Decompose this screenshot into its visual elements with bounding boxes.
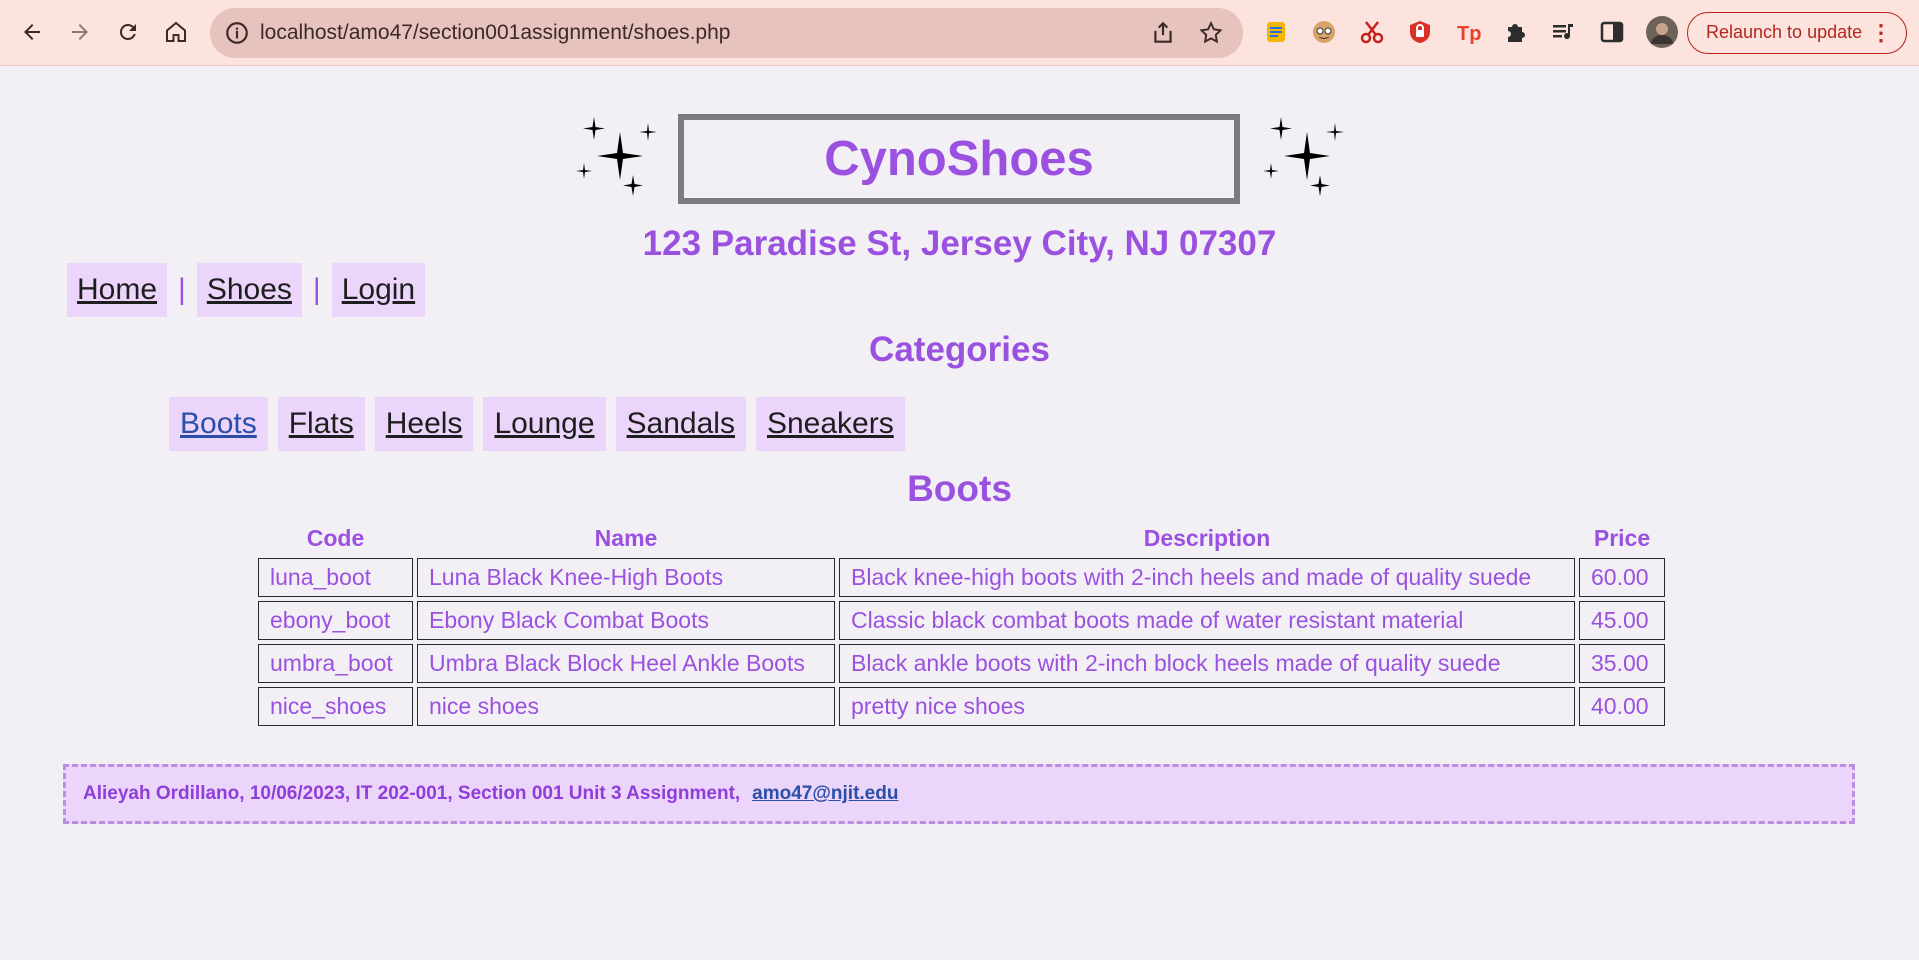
table-row: umbra_boot Umbra Black Block Heel Ankle … bbox=[258, 644, 1665, 683]
reload-icon bbox=[119, 23, 136, 40]
cell-code: luna_boot bbox=[258, 558, 413, 597]
svg-text:Tp: Tp bbox=[1457, 23, 1481, 45]
browser-toolbar: localhost/amo47/section001assignment/sho… bbox=[0, 0, 1919, 66]
back-arrow-icon bbox=[24, 24, 40, 40]
category-nav: Boots Flats Heels Lounge Sandals Sneaker… bbox=[169, 397, 905, 451]
cell-price: 40.00 bbox=[1579, 687, 1665, 726]
home-icon bbox=[166, 21, 186, 42]
forward-button[interactable] bbox=[62, 14, 98, 50]
section-heading: Boots bbox=[907, 468, 1012, 509]
cell-description: pretty nice shoes bbox=[839, 687, 1575, 726]
table-header-row: Code Name Description Price bbox=[258, 522, 1665, 554]
extension-face-icon[interactable] bbox=[1310, 18, 1338, 46]
forward-arrow-icon bbox=[72, 24, 88, 40]
column-header-name: Name bbox=[594, 524, 658, 551]
page-footer: Alieyah Ordillano, 10/06/2023, IT 202-00… bbox=[63, 764, 1855, 824]
cell-code: nice_shoes bbox=[258, 687, 413, 726]
table-row: nice_shoes nice shoes pretty nice shoes … bbox=[258, 687, 1665, 726]
cell-name: Umbra Black Block Heel Ankle Boots bbox=[417, 644, 835, 683]
nav-separator: | bbox=[312, 273, 321, 306]
table-row: luna_boot Luna Black Knee-High Boots Bla… bbox=[258, 558, 1665, 597]
column-header-code: Code bbox=[306, 524, 365, 551]
extension-scissors-icon[interactable] bbox=[1358, 18, 1386, 46]
cell-name: nice shoes bbox=[417, 687, 835, 726]
categories-heading: Categories bbox=[869, 330, 1050, 369]
side-panel-icon[interactable] bbox=[1598, 18, 1626, 46]
cell-description: Black ankle boots with 2-inch block heel… bbox=[839, 644, 1575, 683]
cell-code: ebony_boot bbox=[258, 601, 413, 640]
category-sandals-link[interactable]: Sandals bbox=[615, 397, 746, 451]
cell-name: Ebony Black Combat Boots bbox=[417, 601, 835, 640]
column-header-price: Price bbox=[1593, 524, 1651, 551]
extension-notes-icon[interactable] bbox=[1262, 18, 1290, 46]
category-boots-link[interactable]: Boots bbox=[169, 397, 268, 451]
column-header-description: Description bbox=[1143, 524, 1271, 551]
cell-name: Luna Black Knee-High Boots bbox=[417, 558, 835, 597]
extensions-puzzle-icon[interactable] bbox=[1502, 18, 1530, 46]
url-text[interactable]: localhost/amo47/section001assignment/sho… bbox=[260, 8, 730, 58]
category-heels-link[interactable]: Heels bbox=[374, 397, 474, 451]
site-title-box: CynoShoes bbox=[678, 114, 1240, 204]
back-button[interactable] bbox=[14, 14, 50, 50]
cell-description: Classic black combat boots made of water… bbox=[839, 601, 1575, 640]
cell-price: 45.00 bbox=[1579, 601, 1665, 640]
category-flats-link[interactable]: Flats bbox=[277, 397, 365, 451]
menu-dots-icon[interactable]: ⋮ bbox=[1870, 13, 1892, 52]
reload-button[interactable] bbox=[110, 14, 146, 50]
nav-shoes-link[interactable]: Shoes bbox=[196, 263, 302, 317]
home-button[interactable] bbox=[158, 14, 194, 50]
profile-avatar[interactable] bbox=[1646, 16, 1678, 48]
nav-separator: | bbox=[178, 273, 186, 306]
cell-code: umbra_boot bbox=[258, 644, 413, 683]
products-table: Code Name Description Price luna_boot Lu… bbox=[254, 518, 1669, 730]
relaunch-button[interactable]: Relaunch to update ⋮ bbox=[1687, 12, 1907, 54]
footer-email-link[interactable]: amo47@njit.edu bbox=[752, 783, 898, 804]
bookmark-star-icon[interactable] bbox=[1198, 20, 1224, 46]
site-title: CynoShoes bbox=[824, 132, 1094, 186]
info-icon[interactable] bbox=[224, 20, 250, 46]
nav-home-link[interactable]: Home bbox=[67, 263, 168, 317]
extension-tp-icon[interactable]: Tp bbox=[1454, 18, 1482, 46]
media-queue-icon[interactable] bbox=[1550, 18, 1578, 46]
store-address: 123 Paradise St, Jersey City, NJ 07307 bbox=[642, 224, 1277, 263]
cell-price: 60.00 bbox=[1579, 558, 1665, 597]
sparkles-right-icon bbox=[1263, 117, 1344, 196]
share-icon[interactable] bbox=[1150, 20, 1176, 46]
cell-price: 35.00 bbox=[1579, 644, 1665, 683]
footer-text: Alieyah Ordillano, 10/06/2023, IT 202-00… bbox=[83, 783, 741, 804]
table-row: ebony_boot Ebony Black Combat Boots Clas… bbox=[258, 601, 1665, 640]
relaunch-label: Relaunch to update bbox=[1706, 22, 1863, 42]
main-nav: Home | Shoes | Login bbox=[67, 263, 426, 317]
cell-description: Black knee-high boots with 2-inch heels … bbox=[839, 558, 1575, 597]
category-lounge-link[interactable]: Lounge bbox=[483, 397, 606, 451]
sparkles-left-icon bbox=[576, 117, 657, 196]
address-bar[interactable]: localhost/amo47/section001assignment/sho… bbox=[210, 8, 1243, 58]
category-sneakers-link[interactable]: Sneakers bbox=[755, 397, 905, 451]
nav-login-link[interactable]: Login bbox=[331, 263, 426, 317]
extension-shield-icon[interactable] bbox=[1406, 18, 1434, 46]
